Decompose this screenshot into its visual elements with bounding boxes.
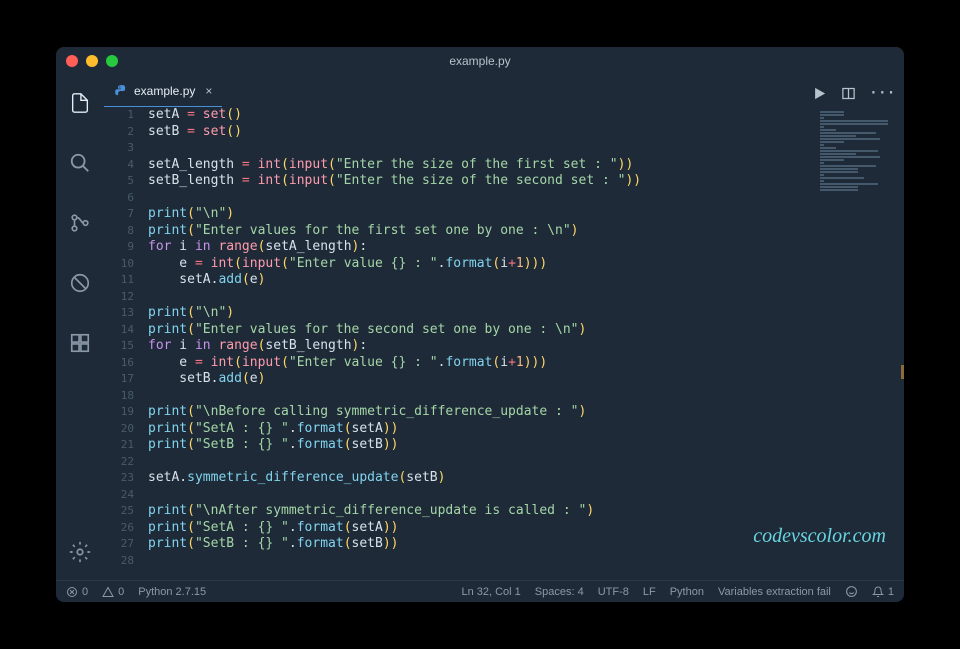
close-tab-icon[interactable]: × [205,84,212,98]
status-bar: 0 0 Python 2.7.15 Ln 32, Col 1 Spaces: 4… [56,580,904,602]
status-eol[interactable]: LF [643,586,656,598]
status-language[interactable]: Python [670,586,704,598]
tab-example-py[interactable]: example.py × [104,75,222,107]
editor[interactable]: 1234567891011121314151617181920212223242… [104,107,904,580]
scrollbar-marker [901,365,904,379]
source-control-icon[interactable] [56,203,104,243]
watermark: codevscolor.com [753,525,886,548]
search-icon[interactable] [56,143,104,183]
more-actions-icon[interactable]: ··· [870,86,896,101]
tab-filename: example.py [134,84,195,98]
editor-area: example.py × ··· 12345678910111213141516… [104,75,904,580]
editor-actions: ··· [812,79,896,107]
status-python-version[interactable]: Python 2.7.15 [138,586,206,598]
status-encoding[interactable]: UTF-8 [598,586,629,598]
extensions-icon[interactable] [56,323,104,363]
code-content[interactable]: setA = set()setB = set()setA_length = in… [148,107,904,580]
run-icon[interactable] [812,86,827,101]
minimize-window-button[interactable] [86,55,98,67]
status-errors[interactable]: 0 [66,586,88,598]
titlebar: example.py [56,47,904,75]
body: example.py × ··· 12345678910111213141516… [56,75,904,580]
status-indentation[interactable]: Spaces: 4 [535,586,584,598]
close-window-button[interactable] [66,55,78,67]
status-notifications[interactable]: 1 [872,586,894,598]
editor-window: example.py [56,47,904,602]
tab-bar: example.py × ··· [104,75,904,107]
status-cursor-position[interactable]: Ln 32, Col 1 [461,586,520,598]
split-editor-icon[interactable] [841,86,856,101]
activity-bar [56,75,104,580]
window-title: example.py [449,54,510,68]
status-warnings[interactable]: 0 [102,586,124,598]
python-file-icon [114,84,128,98]
window-controls [66,55,118,67]
status-extra[interactable]: Variables extraction fail [718,586,831,598]
line-number-gutter: 1234567891011121314151617181920212223242… [104,107,148,580]
explorer-icon[interactable] [56,83,104,123]
settings-gear-icon[interactable] [56,532,104,572]
debug-icon[interactable] [56,263,104,303]
maximize-window-button[interactable] [106,55,118,67]
status-feedback-icon[interactable] [845,585,858,598]
